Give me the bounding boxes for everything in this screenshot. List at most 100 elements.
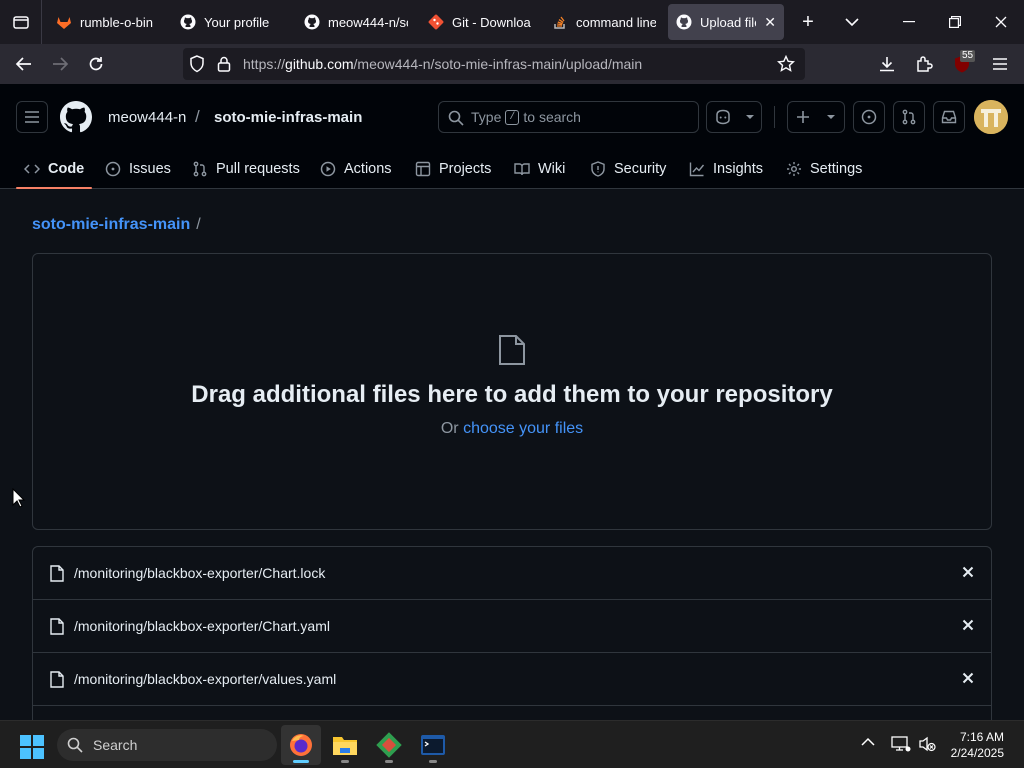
tab-security[interactable]: Security (590, 148, 666, 189)
reload-button[interactable] (78, 48, 114, 80)
tab-wiki[interactable]: Wiki (514, 148, 565, 189)
taskbar-file-explorer[interactable] (325, 725, 365, 765)
tab-actions[interactable]: Actions (320, 148, 392, 189)
hamburger-menu-icon (993, 58, 1007, 70)
speaker-muted-icon (919, 736, 936, 752)
search-placeholder-suffix: to search (523, 109, 581, 125)
header-divider (774, 106, 775, 128)
mouse-cursor-icon (12, 488, 26, 508)
close-tab-icon[interactable]: ✕ (764, 14, 776, 31)
back-button[interactable] (6, 48, 42, 80)
create-new-button[interactable] (787, 101, 845, 133)
avatar[interactable] (974, 100, 1008, 134)
breadcrumb-separator: / (195, 107, 200, 126)
breadcrumb: soto-mie-infras-main / (32, 216, 201, 234)
copilot-button[interactable] (706, 101, 762, 133)
search-shortcut-key: / (505, 109, 520, 125)
tab-projects[interactable]: Projects (415, 148, 491, 189)
browser-tab-3[interactable]: Git - Downloa (420, 4, 540, 40)
breadcrumb-repo-link[interactable]: soto-mie-infras-main (32, 216, 190, 233)
choose-files-link[interactable]: choose your files (463, 420, 583, 437)
repo-name-link[interactable]: soto-mie-infras-main (214, 109, 362, 126)
tab-overview-button[interactable] (0, 0, 42, 44)
drop-zone-subtitle: Or choose your files (33, 420, 991, 438)
taskbar-git-gui[interactable] (369, 725, 409, 765)
avatar-image-icon (974, 100, 1008, 134)
global-nav-menu-button[interactable] (16, 101, 48, 133)
minimize-button[interactable] (886, 0, 932, 44)
gear-icon (787, 161, 801, 176)
plus-icon (797, 111, 809, 123)
pull-requests-shortcut-button[interactable] (893, 101, 925, 133)
table-icon (415, 161, 431, 176)
system-clock[interactable]: 7:16 AM 2/24/2025 (951, 729, 1004, 761)
tab-title: rumble-o-bin (80, 14, 153, 30)
restore-button[interactable] (932, 0, 978, 44)
book-icon (514, 162, 530, 175)
taskbar-search-input[interactable]: Search (57, 729, 277, 761)
close-window-button[interactable] (978, 0, 1024, 44)
file-path: /monitoring/blackbox-exporter/values.yam… (74, 671, 337, 687)
tab-label: Security (614, 160, 667, 177)
tab-label: Projects (439, 160, 492, 177)
tab-settings[interactable]: Settings (786, 148, 862, 189)
url-text[interactable]: https://github.com/meow444-n/soto-mie-in… (243, 56, 642, 72)
tab-code[interactable]: Code (15, 148, 93, 189)
clock-time: 7:16 AM (959, 730, 1004, 744)
list-all-tabs-button[interactable] (832, 17, 872, 27)
active-indicator (293, 760, 309, 763)
remove-file-icon[interactable] (962, 619, 974, 631)
browser-tab-active[interactable]: Upload files ✕ (668, 4, 784, 40)
show-hidden-icons-button[interactable] (861, 737, 875, 747)
list-item: /monitoring/blackbox-exporter/values.yam… (33, 653, 991, 706)
new-tab-button[interactable]: + (788, 4, 828, 40)
taskbar-git-bash[interactable] (413, 725, 453, 765)
network-status-button[interactable] (891, 735, 911, 753)
volume-button[interactable] (918, 736, 936, 752)
search-input[interactable]: Type / to search (438, 101, 699, 133)
ublock-extension-button[interactable]: 55 (944, 48, 980, 80)
issues-shortcut-button[interactable] (853, 101, 885, 133)
start-button[interactable] (20, 735, 44, 759)
browser-tab-2[interactable]: meow444-n/sc (296, 4, 416, 40)
remove-file-icon[interactable] (962, 672, 974, 684)
tab-issues[interactable]: Issues (105, 148, 171, 189)
issue-icon (861, 109, 877, 125)
terminal-icon (421, 735, 445, 755)
tab-label: Insights (713, 160, 763, 177)
tab-insights[interactable]: Insights (689, 148, 763, 189)
clock-date: 2/24/2025 (950, 746, 1004, 760)
browser-tab-1[interactable]: Your profile (172, 4, 292, 40)
extensions-button[interactable] (906, 48, 942, 80)
lock-icon[interactable] (217, 56, 231, 72)
taskbar-firefox[interactable] (281, 725, 321, 765)
browser-tab-0[interactable]: rumble-o-bin (48, 4, 168, 40)
github-logo-icon[interactable] (60, 101, 92, 133)
downloads-button[interactable] (869, 48, 905, 80)
tab-title: Git - Downloa (452, 14, 531, 30)
address-bar[interactable]: https://github.com/meow444-n/soto-mie-in… (183, 48, 805, 80)
bookmark-star-icon[interactable] (777, 55, 795, 73)
shield-icon[interactable] (189, 55, 205, 73)
file-path: /monitoring/blackbox-exporter/Chart.yaml (74, 618, 330, 634)
file-path: /monitoring/blackbox-exporter/Chart.lock (74, 565, 326, 581)
file-drop-zone[interactable]: Drag additional files here to add them t… (32, 253, 992, 530)
repo-owner-link[interactable]: meow444-n (108, 109, 186, 126)
notifications-button[interactable] (933, 101, 965, 133)
download-icon (880, 57, 894, 72)
network-icon (891, 736, 911, 752)
forward-button[interactable] (42, 48, 78, 80)
graph-icon (689, 162, 705, 176)
url-scheme: https:// (243, 56, 286, 72)
tab-title: meow444-n/sc (328, 14, 408, 30)
tab-pull-requests[interactable]: Pull requests (192, 148, 300, 189)
forward-arrow-icon (53, 57, 69, 71)
remove-file-icon[interactable] (962, 566, 974, 578)
list-item: /monitoring/blackbox-exporter/Chart.lock (33, 547, 991, 600)
browser-tab-4[interactable]: command line (544, 4, 664, 40)
browser-tab-strip: rumble-o-bin Your profile meow444-n/sc G… (0, 0, 1024, 44)
tab-title: command line (576, 14, 656, 30)
search-icon (67, 737, 83, 753)
file-icon (499, 335, 525, 365)
app-menu-button[interactable] (982, 48, 1018, 80)
